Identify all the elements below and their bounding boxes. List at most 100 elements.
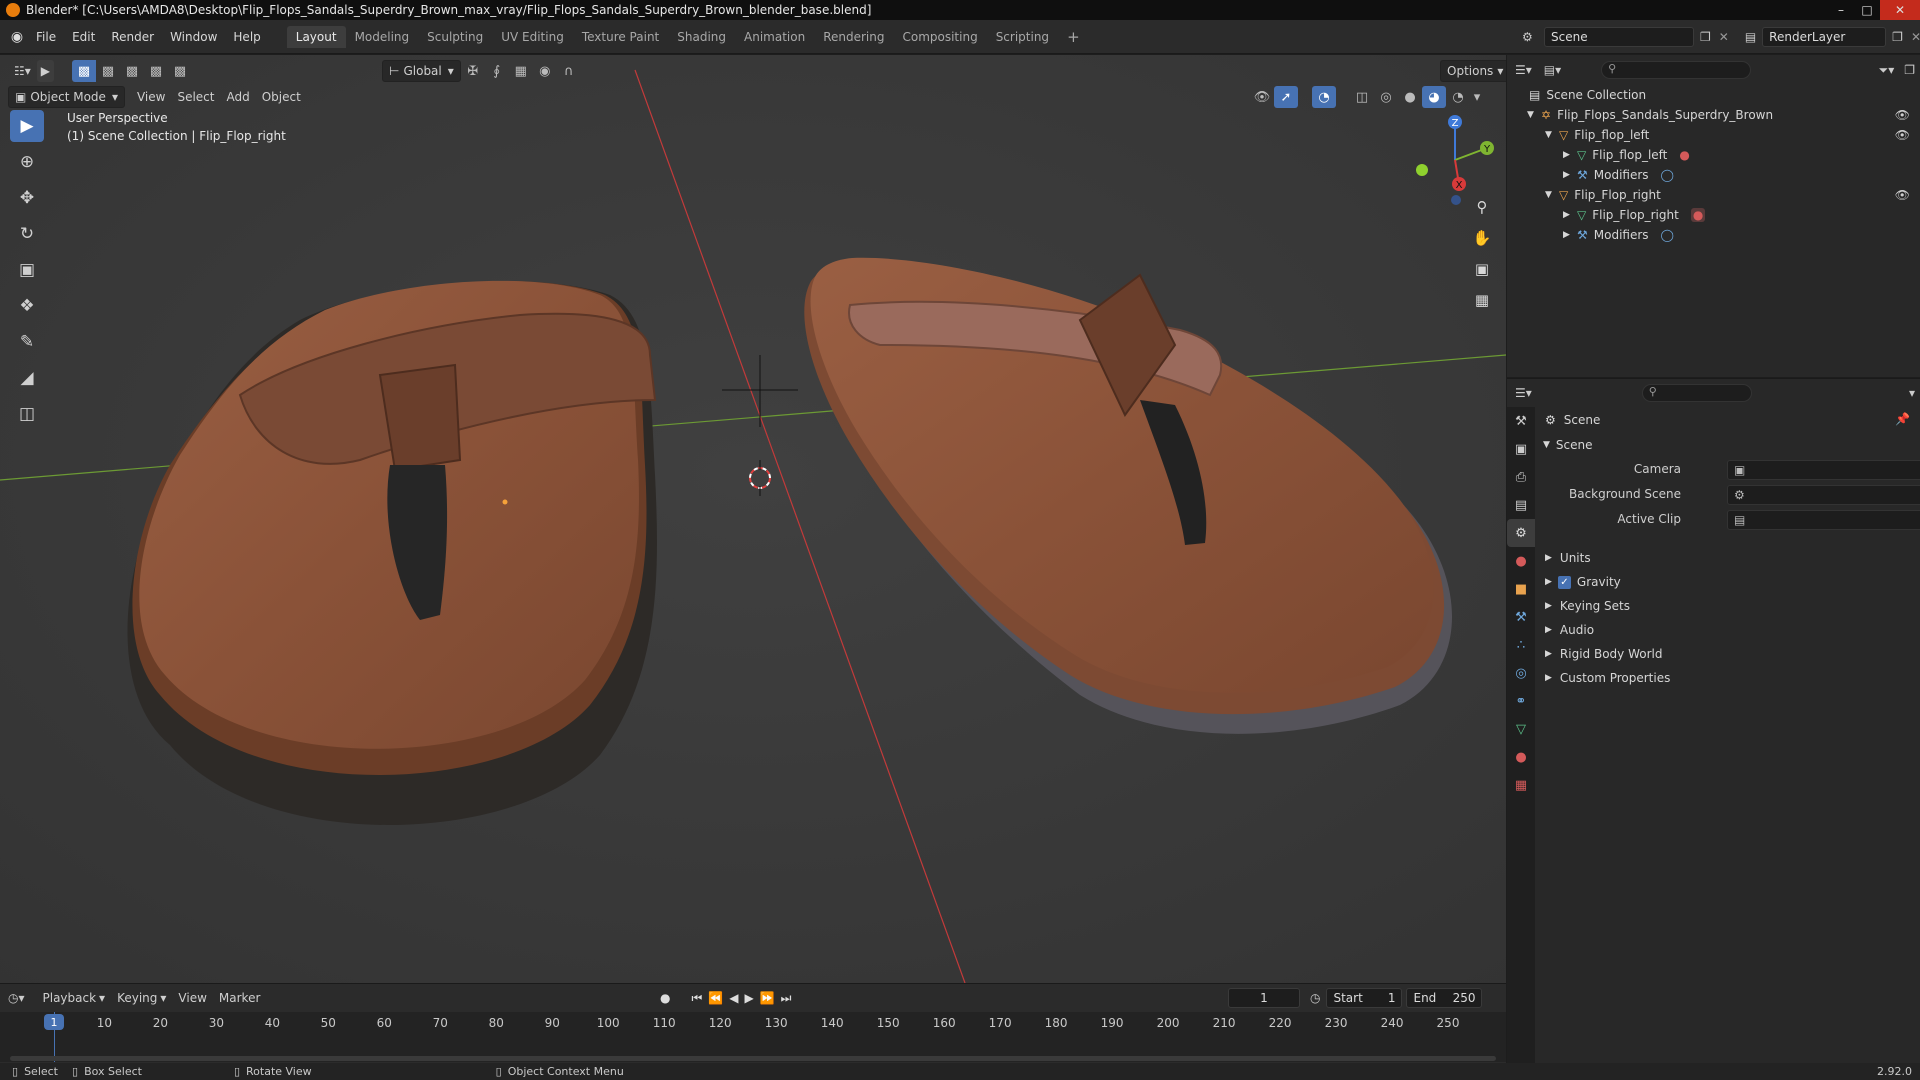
menu-file[interactable]: File [28, 25, 64, 49]
filter-icon[interactable]: ⏷▾ [1879, 63, 1895, 78]
overlay-icon[interactable]: ◔ [1312, 86, 1336, 108]
transform-icon[interactable]: ❖ [10, 290, 44, 322]
select-subtract-icon[interactable]: ▩ [120, 60, 144, 82]
eye-icon[interactable]: 👁 [1895, 108, 1910, 122]
render-tab-icon[interactable]: ▣ [1507, 435, 1535, 463]
play-icon[interactable]: ▶ [744, 991, 753, 1005]
keying-sets-panel-header[interactable]: ▶ Keying Sets [1545, 595, 1630, 617]
snap-icon[interactable]: ∮ [485, 60, 509, 82]
proportional-edit-icon[interactable]: ◉ [533, 60, 557, 82]
select-invert-icon[interactable]: ▩ [144, 60, 168, 82]
background-scene-field[interactable]: ⚙ [1727, 485, 1920, 505]
gizmo-icon[interactable]: ➚ [1274, 86, 1298, 108]
tab-rendering[interactable]: Rendering [814, 26, 893, 48]
data-tab-icon[interactable]: ▽ [1507, 715, 1535, 743]
remove-view-layer-icon[interactable]: ✕ [1911, 30, 1920, 44]
options-dropdown[interactable]: Options ▾ [1440, 60, 1506, 82]
viewport-menu-view[interactable]: View [131, 86, 171, 108]
add-workspace-icon[interactable]: + [1058, 26, 1089, 48]
gravity-checkbox[interactable]: ✓ [1557, 575, 1571, 589]
camera-field[interactable]: ▣✎ [1727, 460, 1920, 480]
menu-render[interactable]: Render [103, 25, 162, 49]
outliner-row-flip-flop-left-mesh[interactable]: ▶ ▽ Flip_flop_left ● [1507, 145, 1920, 165]
properties-search-input[interactable]: ⚲ [1641, 384, 1752, 402]
add-cube-icon[interactable]: ◫ [10, 398, 44, 430]
texture-tab-icon[interactable]: ▦ [1507, 771, 1535, 799]
select-box-icon[interactable]: ▶ [10, 110, 44, 142]
menu-window[interactable]: Window [162, 25, 225, 49]
clock-icon[interactable]: ◷ [1310, 991, 1320, 1005]
snap-target-icon[interactable]: ▦ [509, 60, 533, 82]
chevron-down-icon[interactable]: ▾ [1470, 86, 1484, 108]
outliner-search-input[interactable]: ⚲ [1601, 61, 1752, 79]
outliner-row-flip-flop-right-mesh[interactable]: ▶ ▽ Flip_Flop_right ● [1507, 205, 1920, 225]
minimize-icon[interactable]: – [1828, 0, 1854, 20]
expand-icon[interactable]: ▶ [1563, 210, 1577, 220]
audio-panel-header[interactable]: ▶ Audio [1545, 619, 1594, 641]
outliner-row-flip-flop-right[interactable]: ▼ ▽ Flip_Flop_right 👁 [1507, 185, 1920, 205]
solid-shading-icon[interactable]: ● [1398, 86, 1422, 108]
view-layer-selector[interactable]: RenderLayer [1762, 27, 1887, 47]
eye-icon[interactable]: 👁 [1895, 128, 1910, 142]
rigid-body-panel-header[interactable]: ▶ Rigid Body World [1545, 643, 1662, 665]
custom-properties-panel-header[interactable]: ▶ Custom Properties [1545, 667, 1670, 689]
tab-uv-editing[interactable]: UV Editing [492, 26, 573, 48]
outliner-editor-icon[interactable]: ☰▾ [1515, 63, 1532, 77]
scene-icon[interactable]: ⚙ [1522, 30, 1544, 44]
blender-menu-icon[interactable]: ◉ [6, 29, 28, 45]
tab-texture-paint[interactable]: Texture Paint [573, 26, 668, 48]
xray-icon[interactable]: ◫ [1350, 86, 1374, 108]
constraints-tab-icon[interactable]: ⚭ [1507, 687, 1535, 715]
select-intersect-icon[interactable]: ▩ [168, 60, 192, 82]
units-panel-header[interactable]: ▶ Units [1545, 547, 1591, 569]
outliner-row-flip-flop-left[interactable]: ▼ ▽ Flip_flop_left 👁 [1507, 125, 1920, 145]
tool-tab-icon[interactable]: ⚒ [1507, 407, 1535, 435]
end-frame-field[interactable]: End 250 [1406, 988, 1483, 1008]
camera-view-icon[interactable]: ▣ [1468, 255, 1496, 283]
viewport-menu-object[interactable]: Object [256, 86, 307, 108]
wireframe-shading-icon[interactable]: ◎ [1374, 86, 1398, 108]
tab-animation[interactable]: Animation [735, 26, 814, 48]
select-new-icon[interactable]: ▩ [72, 60, 97, 82]
tab-shading[interactable]: Shading [668, 26, 735, 48]
pan-hand-icon[interactable]: ✋ [1468, 224, 1496, 252]
material-tab-icon[interactable]: ● [1507, 743, 1535, 771]
ortho-grid-icon[interactable]: ▦ [1468, 286, 1496, 314]
properties-editor-icon[interactable]: ☰▾ [1515, 386, 1532, 400]
pin-icon[interactable]: 📌 [1895, 412, 1910, 426]
menu-help[interactable]: Help [225, 25, 268, 49]
tab-scripting[interactable]: Scripting [987, 26, 1058, 48]
close-icon[interactable]: ✕ [1880, 0, 1920, 20]
tab-compositing[interactable]: Compositing [893, 26, 986, 48]
expand-icon[interactable]: ▼ [1545, 130, 1559, 140]
modifier-tab-icon[interactable]: ⚒ [1507, 603, 1535, 631]
active-clip-field[interactable]: ▤ [1727, 510, 1920, 530]
remove-scene-icon[interactable]: ✕ [1719, 30, 1729, 44]
timeline-menu-keying[interactable]: Keying ▾ [111, 987, 172, 1009]
expand-icon[interactable]: ▶ [1563, 170, 1577, 180]
new-view-layer-icon[interactable]: ❐ [1892, 30, 1903, 44]
jump-end-icon[interactable]: ⏭ [781, 991, 792, 1006]
prev-keyframe-icon[interactable]: ⏪ [708, 991, 723, 1005]
annotate-icon[interactable]: ✎ [10, 326, 44, 358]
view-layer-icon[interactable]: ▤ [1745, 30, 1756, 44]
object-mode-dropdown[interactable]: ▣ Object Mode ▾ [8, 86, 125, 108]
viewport-menu-add[interactable]: Add [220, 86, 255, 108]
timeline-track[interactable]: 10 20 30 40 50 60 70 80 90 100 110 120 130 140 150 160 1… [0, 1012, 1506, 1062]
cursor-icon[interactable]: ⊕ [10, 146, 44, 178]
falloff-icon[interactable]: ∩ [557, 60, 581, 82]
timeline-scrollbar[interactable] [10, 1056, 1496, 1061]
select-extend-icon[interactable]: ▩ [96, 60, 120, 82]
rendered-shading-icon[interactable]: ◔ [1446, 86, 1470, 108]
outliner-row-modifiers-left[interactable]: ▶ ⚒ Modifiers ◯ [1507, 165, 1920, 185]
record-icon[interactable]: ● [660, 991, 670, 1005]
new-collection-icon[interactable]: ❐ [1904, 63, 1915, 77]
current-frame-field[interactable]: 1 [1228, 988, 1300, 1008]
select-mode-icon[interactable]: ▶ [36, 60, 55, 82]
tab-sculpting[interactable]: Sculpting [418, 26, 492, 48]
scene-selector[interactable]: Scene [1544, 27, 1694, 47]
maximize-icon[interactable]: □ [1854, 0, 1880, 20]
scale-icon[interactable]: ▣ [10, 254, 44, 286]
visibility-icon[interactable]: 👁 [1250, 86, 1274, 108]
timeline-menu-playback[interactable]: Playback ▾ [37, 987, 112, 1009]
